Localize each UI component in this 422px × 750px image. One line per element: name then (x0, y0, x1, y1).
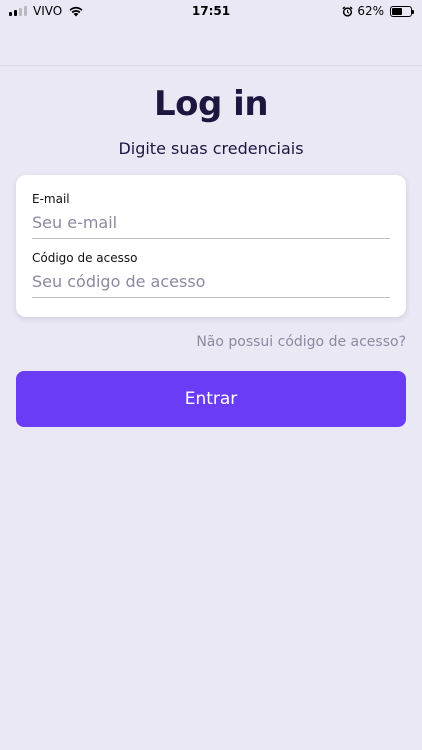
status-right: 62% (342, 4, 414, 18)
header-divider (0, 65, 422, 66)
alarm-icon (342, 5, 353, 17)
email-field: E-mail (32, 192, 390, 239)
page-title: Log in (153, 84, 269, 124)
email-input[interactable] (32, 210, 390, 239)
submit-button[interactable]: Entrar (16, 371, 406, 427)
email-label: E-mail (32, 192, 70, 206)
access-code-field: Código de acesso (32, 251, 390, 298)
no-access-code-link[interactable]: Não possui código de acesso? (196, 334, 406, 350)
battery-percent: 62% (357, 4, 384, 18)
access-code-input[interactable] (32, 269, 390, 298)
credentials-card: E-mail Código de acesso (16, 175, 406, 317)
page-subtitle: Digite suas credenciais (118, 139, 304, 158)
battery-fill (392, 7, 403, 15)
battery-icon (390, 5, 414, 17)
access-code-label: Código de acesso (32, 251, 138, 265)
login-screen: VIVO 17:51 62% Log in Digite suas creden… (0, 0, 422, 750)
status-bar: VIVO 17:51 62% (0, 0, 422, 24)
